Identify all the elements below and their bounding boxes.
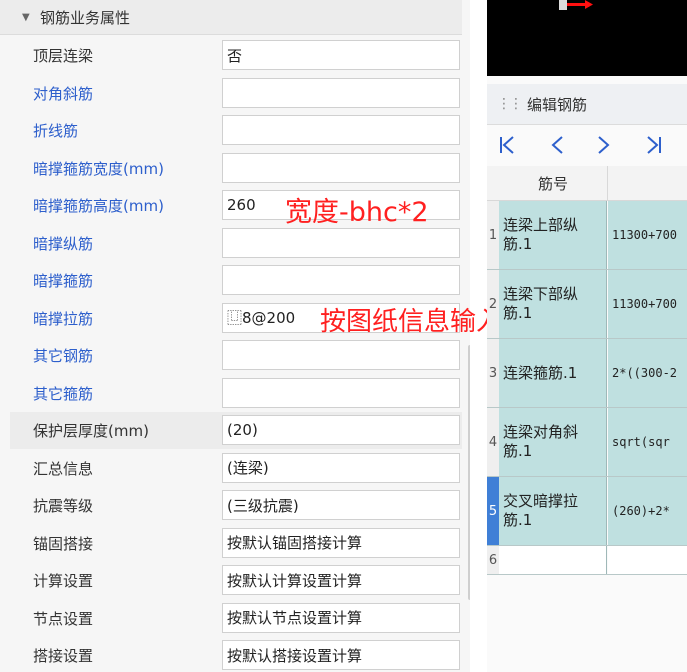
- property-value-field[interactable]: 按默认搭接设置计算: [222, 640, 460, 670]
- column-header-bar-number[interactable]: 筋号: [499, 166, 608, 200]
- formula-cell[interactable]: 11300+700: [608, 201, 687, 269]
- property-value-field[interactable]: (连梁): [222, 452, 460, 483]
- property-row[interactable]: 搭接设置 按默认搭接设置计算: [10, 637, 462, 672]
- property-label: 暗撑拉筋: [33, 309, 94, 328]
- row-index[interactable]: 5: [487, 477, 499, 545]
- property-value-field[interactable]: [222, 152, 460, 183]
- bar-number-cell[interactable]: 连梁下部纵筋.1: [499, 270, 607, 338]
- row-index[interactable]: 4: [487, 408, 499, 476]
- property-row[interactable]: 节点设置 按默认节点设置计算: [10, 600, 462, 637]
- formula-cell[interactable]: [608, 546, 687, 574]
- property-label: 搭接设置: [33, 647, 94, 665]
- property-row[interactable]: 抗震等级 (三级抗震): [10, 487, 462, 524]
- grid-row[interactable]: 1 连梁上部纵筋.1 11300+700: [487, 201, 687, 270]
- row-index[interactable]: 1: [487, 201, 499, 269]
- row-index[interactable]: 6: [487, 546, 499, 574]
- property-value-field[interactable]: [222, 77, 460, 108]
- property-label: 其它箍筋: [33, 384, 94, 403]
- last-icon[interactable]: [640, 132, 666, 158]
- prev-icon[interactable]: [545, 132, 571, 158]
- property-label: 暗撑箍筋宽度(mm): [33, 159, 164, 178]
- section-title: 钢筋业务属性: [40, 8, 131, 27]
- annotation-input-note: 按图纸信息输入: [320, 307, 503, 337]
- property-value-field[interactable]: [222, 265, 460, 295]
- property-value-field[interactable]: [222, 377, 460, 408]
- property-value-field[interactable]: (20): [222, 415, 460, 445]
- property-value-field[interactable]: [222, 115, 460, 145]
- grid-row[interactable]: 6: [487, 546, 687, 575]
- grid-row[interactable]: 4 连梁对角斜筋.1 sqrt(sqr: [487, 408, 687, 477]
- property-label: 对角斜筋: [33, 84, 94, 103]
- property-value-field[interactable]: [222, 227, 460, 258]
- formula-cell[interactable]: (260)+2*: [608, 477, 687, 545]
- property-value-field[interactable]: (三级抗震): [222, 490, 460, 520]
- property-row[interactable]: 其它箍筋: [10, 375, 462, 412]
- section-header[interactable]: ▼ 钢筋业务属性: [0, 0, 462, 35]
- property-value-field[interactable]: 按默认节点设置计算: [222, 602, 460, 633]
- formula-cell[interactable]: sqrt(sqr: [608, 408, 687, 476]
- collapse-triangle-icon[interactable]: ▼: [22, 12, 36, 23]
- property-label: 暗撑箍筋: [33, 272, 94, 290]
- bar-number-cell[interactable]: [499, 546, 607, 574]
- property-label: 计算设置: [33, 572, 94, 590]
- grid-header: 筋号: [487, 166, 687, 201]
- graphics-viewport[interactable]: [487, 0, 687, 76]
- property-row[interactable]: 暗撑纵筋: [10, 225, 462, 262]
- property-row[interactable]: 暗撑箍筋: [10, 262, 462, 299]
- editor-title: 编辑钢筋: [527, 95, 588, 114]
- property-row[interactable]: 锚固搭接 按默认锚固搭接计算: [10, 525, 462, 562]
- row-index[interactable]: 2: [487, 270, 499, 338]
- property-row[interactable]: 保护层厚度(mm) (20): [10, 412, 462, 449]
- row-index[interactable]: 3: [487, 339, 499, 407]
- property-row[interactable]: 计算设置 按默认计算设置计算: [10, 562, 462, 599]
- rebar-editor-panel: ⋮⋮ 编辑钢筋 筋号 1 连梁上部纵筋.1 11300+700 2 连梁下部纵筋.1 11…: [487, 0, 687, 672]
- property-value-field[interactable]: 按默认锚固搭接计算: [222, 527, 460, 558]
- property-row[interactable]: 汇总信息 (连梁): [10, 450, 462, 487]
- property-label: 折线筋: [33, 122, 79, 140]
- vertical-scrollbar[interactable]: [468, 345, 470, 600]
- next-icon[interactable]: [590, 132, 616, 158]
- axis-arrow-icon: [559, 0, 593, 10]
- grid-row[interactable]: 3 连梁箍筋.1 2*((300-2: [487, 339, 687, 408]
- formula-cell[interactable]: 11300+700: [608, 270, 687, 338]
- bar-number-cell[interactable]: 连梁上部纵筋.1: [499, 201, 607, 269]
- property-label: 其它钢筋: [33, 347, 94, 365]
- property-label: 锚固搭接: [33, 534, 94, 553]
- property-label: 汇总信息: [33, 459, 94, 478]
- bar-number-cell[interactable]: 连梁箍筋.1: [499, 339, 607, 407]
- property-label: 暗撑纵筋: [33, 234, 94, 253]
- grid-row[interactable]: 5 交叉暗撑拉筋.1 (260)+2*: [487, 477, 687, 546]
- property-label: 顶层连梁: [33, 47, 94, 65]
- first-icon[interactable]: [495, 132, 521, 158]
- property-row[interactable]: 对角斜筋: [10, 75, 462, 112]
- property-label: 抗震等级: [33, 497, 94, 515]
- property-row[interactable]: 暗撑箍筋宽度(mm): [10, 150, 462, 187]
- drag-grip-icon[interactable]: ⋮⋮: [497, 96, 523, 112]
- property-value-field[interactable]: [222, 340, 460, 370]
- property-value-field[interactable]: 否: [222, 40, 460, 70]
- property-row[interactable]: 其它钢筋: [10, 337, 462, 374]
- property-row[interactable]: 顶层连梁 否: [10, 37, 462, 74]
- nav-toolbar: [487, 126, 687, 164]
- bar-number-cell[interactable]: 交叉暗撑拉筋.1: [499, 477, 607, 545]
- property-label: 节点设置: [33, 609, 94, 628]
- editor-header: ⋮⋮ 编辑钢筋: [487, 84, 687, 125]
- grid-row[interactable]: 2 连梁下部纵筋.1 11300+700: [487, 270, 687, 339]
- formula-cell[interactable]: 2*((300-2: [608, 339, 687, 407]
- property-label: 暗撑箍筋高度(mm): [33, 197, 164, 215]
- property-row[interactable]: 折线筋: [10, 112, 462, 149]
- bar-number-cell[interactable]: 连梁对角斜筋.1: [499, 408, 607, 476]
- property-label: 保护层厚度(mm): [33, 422, 149, 440]
- property-value-field[interactable]: 按默认计算设置计算: [222, 565, 460, 595]
- annotation-width-note: 宽度-bhc*2: [285, 197, 429, 228]
